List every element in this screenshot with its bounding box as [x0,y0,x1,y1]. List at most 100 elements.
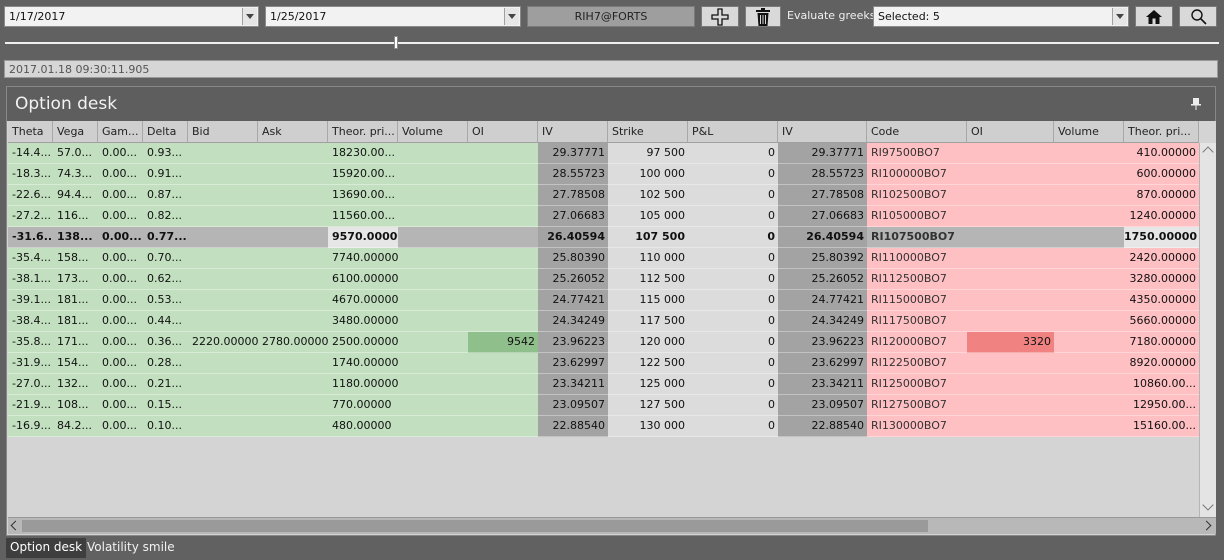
table-cell-bid[interactable] [188,164,258,185]
table-cell-strike[interactable]: 105 000 [608,206,688,227]
search-button[interactable] [1179,6,1217,27]
table-cell-bid[interactable] [188,269,258,290]
table-cell-put-volume[interactable] [1054,269,1124,290]
table-cell-ask[interactable] [258,290,328,311]
table-cell-gamma[interactable]: 0.00... [98,143,143,164]
table-cell-vega[interactable]: 116... [53,206,98,227]
column-header[interactable]: Code [867,121,967,143]
scroll-up-icon[interactable] [1202,146,1214,158]
column-header[interactable]: Theor. pri... [1124,121,1199,143]
table-cell-theta[interactable]: -27.2... [8,206,53,227]
table-cell-gamma[interactable]: 0.00... [98,374,143,395]
table-cell-delta[interactable]: 0.10... [143,416,188,437]
column-header[interactable]: Theor. pri... [328,121,398,143]
scroll-down-icon[interactable] [1202,499,1214,511]
table-cell-pnl[interactable]: 0 [688,374,778,395]
table-cell-theta[interactable]: -38.4... [8,311,53,332]
table-cell-put-iv[interactable]: 22.88540 [778,416,867,437]
table-cell-ask[interactable] [258,311,328,332]
table-cell-pnl[interactable]: 0 [688,311,778,332]
table-cell-delta[interactable]: 0.62... [143,269,188,290]
table-cell-call-iv[interactable]: 27.06683 [538,206,608,227]
table-cell-call-oi[interactable] [468,290,538,311]
table-cell-delta[interactable]: 0.28... [143,353,188,374]
table-cell-put-theor[interactable]: 5660.00000 [1124,311,1199,332]
column-header[interactable]: OI [967,121,1054,143]
table-cell-theta[interactable]: -31.9... [8,353,53,374]
table-cell-vega[interactable]: 138... [53,227,98,248]
table-cell-delta[interactable]: 0.21... [143,374,188,395]
table-cell-pnl[interactable]: 0 [688,416,778,437]
table-cell-call-oi[interactable] [468,416,538,437]
table-cell-code[interactable]: RI120000BO7 [867,332,967,353]
column-header[interactable]: Bid [188,121,258,143]
table-cell-ask[interactable] [258,416,328,437]
table-cell-theta[interactable]: -21.9... [8,395,53,416]
table-cell-pnl[interactable]: 0 [688,353,778,374]
table-cell-ask[interactable] [258,374,328,395]
table-cell-delta[interactable]: 0.77... [143,227,188,248]
column-header[interactable]: Volume [398,121,468,143]
ticker-button[interactable]: RIH7@FORTS [527,6,695,27]
table-cell-put-oi[interactable] [967,353,1054,374]
table-cell-bid[interactable] [188,311,258,332]
table-cell-strike[interactable]: 127 500 [608,395,688,416]
column-header[interactable]: Delta [143,121,188,143]
table-cell-bid[interactable]: 2220.00000 [188,332,258,353]
table-cell-call-theor[interactable]: 3480.00000 [328,311,398,332]
table-cell-call-iv[interactable]: 23.09507 [538,395,608,416]
table-cell-delta[interactable]: 0.15... [143,395,188,416]
date-to-select[interactable]: 1/25/2017 [265,6,521,27]
table-cell-ask[interactable] [258,206,328,227]
column-header[interactable]: IV [538,121,608,143]
table-cell-call-oi[interactable] [468,143,538,164]
table-cell-call-theor[interactable]: 480.00000 [328,416,398,437]
table-cell-call-theor[interactable]: 4670.00000 [328,290,398,311]
table-cell-put-volume[interactable] [1054,185,1124,206]
table-cell-call-oi[interactable]: 9542 [468,332,538,353]
table-cell-put-iv[interactable]: 28.55723 [778,164,867,185]
table-cell-call-iv[interactable]: 27.78508 [538,185,608,206]
table-cell-gamma[interactable]: 0.00... [98,227,143,248]
scroll-left-icon[interactable] [10,520,21,531]
table-cell-code[interactable]: RI97500BO7 [867,143,967,164]
scroll-right-icon[interactable] [1201,520,1212,531]
table-cell-call-theor[interactable]: 9570.00000 [328,227,398,248]
table-cell-put-iv[interactable]: 26.40594 [778,227,867,248]
table-cell-vega[interactable]: 94.4... [53,185,98,206]
table-cell-call-theor[interactable]: 11560.00... [328,206,398,227]
table-cell-put-volume[interactable] [1054,416,1124,437]
column-header[interactable]: P&L [688,121,778,143]
table-cell-strike[interactable]: 110 000 [608,248,688,269]
delete-button[interactable] [745,6,781,27]
table-cell-put-volume[interactable] [1054,353,1124,374]
table-cell-gamma[interactable]: 0.00... [98,332,143,353]
table-cell-bid[interactable] [188,206,258,227]
table-cell-code[interactable]: RI117500BO7 [867,311,967,332]
table-cell-put-volume[interactable] [1054,290,1124,311]
table-cell-call-iv[interactable]: 24.77421 [538,290,608,311]
table-cell-call-oi[interactable] [468,185,538,206]
table-cell-vega[interactable]: 158... [53,248,98,269]
table-cell-gamma[interactable]: 0.00... [98,248,143,269]
table-cell-code[interactable]: RI125000BO7 [867,374,967,395]
table-cell-ask[interactable] [258,185,328,206]
table-cell-put-iv[interactable]: 23.34211 [778,374,867,395]
table-cell-call-oi[interactable] [468,374,538,395]
table-cell-call-theor[interactable]: 1180.00000 [328,374,398,395]
table-cell-pnl[interactable]: 0 [688,143,778,164]
table-cell-code[interactable]: RI127500BO7 [867,395,967,416]
table-cell-put-oi[interactable] [967,416,1054,437]
table-cell-call-oi[interactable] [468,227,538,248]
table-cell-call-volume[interactable] [398,206,468,227]
table-cell-call-iv[interactable]: 26.40594 [538,227,608,248]
table-cell-gamma[interactable]: 0.00... [98,290,143,311]
table-cell-put-theor[interactable]: 4350.00000 [1124,290,1199,311]
table-cell-vega[interactable]: 108... [53,395,98,416]
table-cell-delta[interactable]: 0.53... [143,290,188,311]
table-cell-put-volume[interactable] [1054,248,1124,269]
table-cell-strike[interactable]: 107 500 [608,227,688,248]
table-cell-call-oi[interactable] [468,164,538,185]
table-cell-put-oi[interactable] [967,164,1054,185]
table-cell-vega[interactable]: 154... [53,353,98,374]
